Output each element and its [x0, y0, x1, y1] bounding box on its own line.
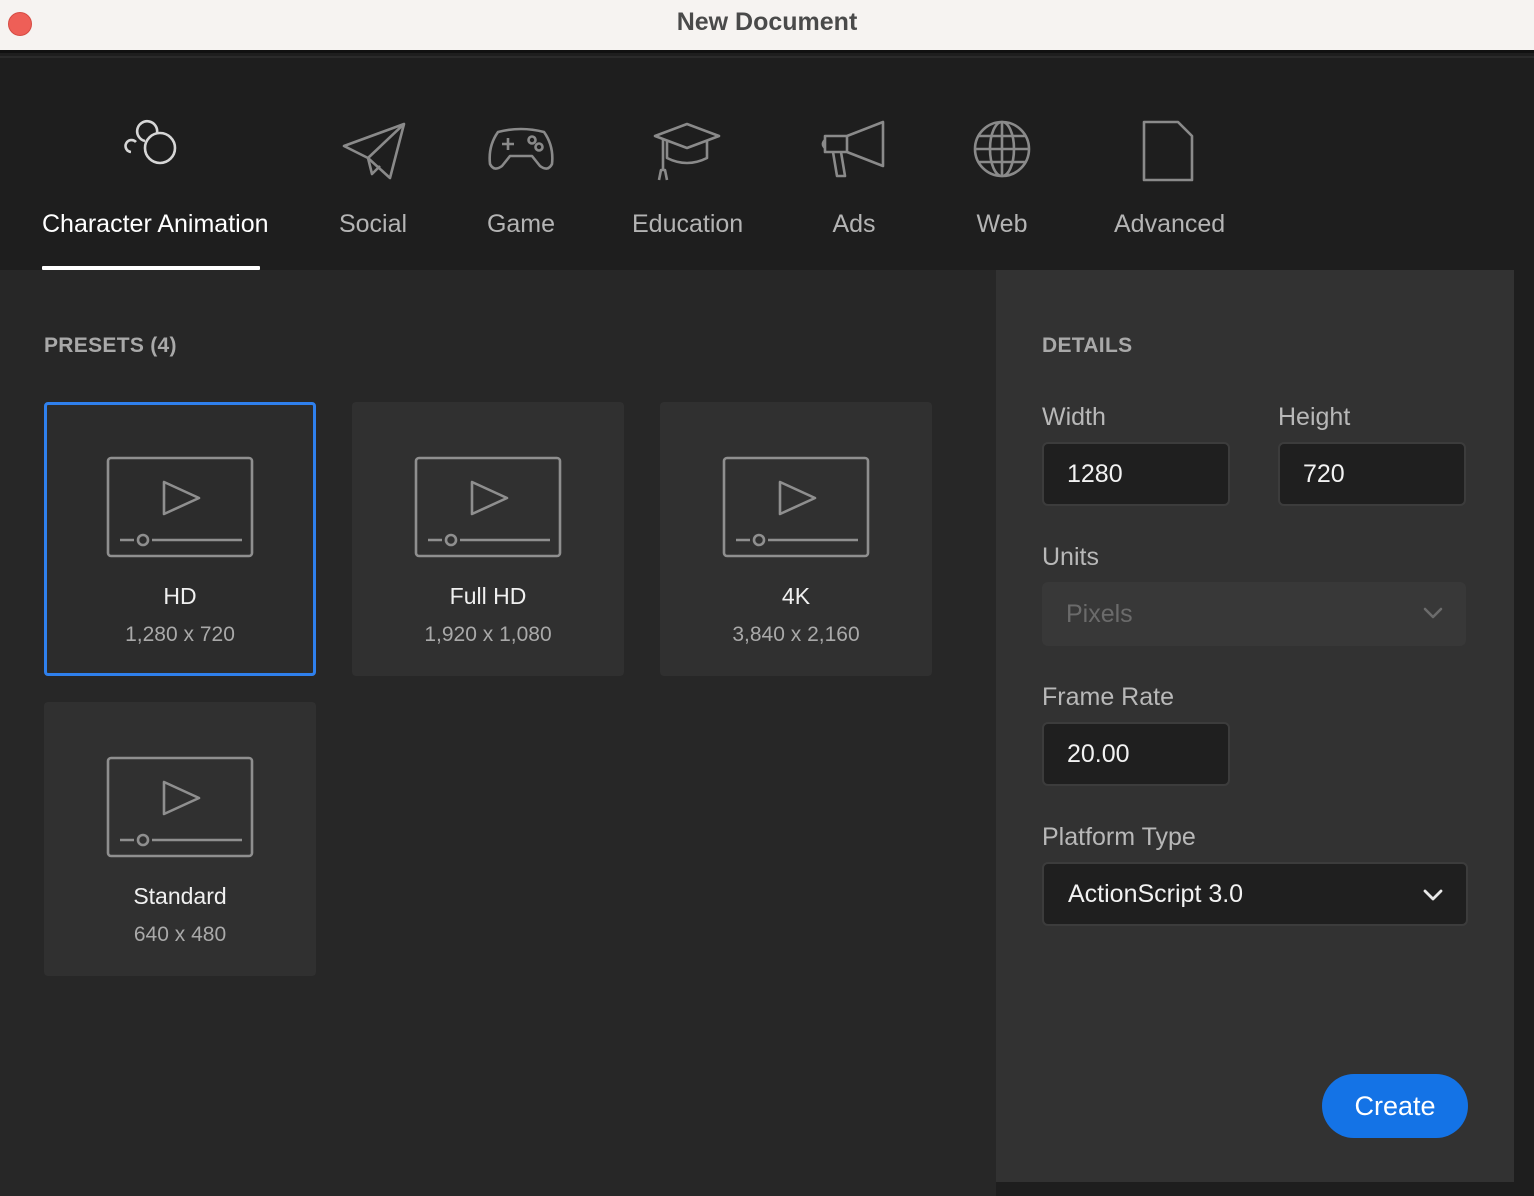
tab-label: Character Animation	[42, 210, 269, 238]
preset-card-4k[interactable]: 4K 3,840 x 2,160	[660, 402, 932, 676]
platform-type-label: Platform Type	[1042, 823, 1196, 851]
preset-size: 3,840 x 2,160	[732, 623, 860, 646]
video-preset-icon	[414, 456, 562, 558]
preset-size: 1,280 x 720	[125, 623, 235, 646]
preset-size: 1,920 x 1,080	[424, 623, 552, 646]
width-input[interactable]: 1280	[1042, 442, 1230, 506]
preset-card-full-hd[interactable]: Full HD 1,920 x 1,080	[352, 402, 624, 676]
document-icon	[1142, 120, 1194, 182]
preset-name: Standard	[133, 883, 227, 909]
chevron-down-icon	[1423, 607, 1443, 619]
globe-icon	[973, 120, 1031, 178]
tab-label: Education	[632, 210, 744, 238]
video-preset-icon	[722, 456, 870, 558]
preset-card-hd[interactable]: HD 1,280 x 720	[44, 402, 316, 676]
units-select[interactable]: Pixels	[1042, 582, 1466, 646]
tab-social[interactable]: Social	[334, 110, 412, 270]
tab-ads[interactable]: Ads	[821, 110, 885, 270]
units-label: Units	[1042, 543, 1099, 571]
tab-label: Advanced	[1114, 210, 1226, 238]
platform-type-value: ActionScript 3.0	[1068, 880, 1244, 908]
graduation-cap-icon	[653, 122, 721, 181]
preset-card-standard[interactable]: Standard 640 x 480	[44, 702, 316, 976]
platform-type-select[interactable]: ActionScript 3.0	[1042, 862, 1468, 926]
preset-name: HD	[163, 583, 197, 609]
divider	[0, 56, 1534, 58]
tab-label: Game	[486, 210, 556, 238]
tab-label: Social	[338, 210, 408, 238]
preset-name: 4K	[781, 583, 811, 609]
paper-plane-icon	[342, 122, 406, 180]
tab-web[interactable]: Web	[972, 110, 1032, 270]
preset-size: 640 x 480	[133, 923, 227, 946]
character-animation-icon	[124, 119, 177, 165]
tab-education[interactable]: Education	[632, 110, 744, 270]
units-value: Pixels	[1066, 600, 1133, 628]
width-label: Width	[1042, 403, 1106, 431]
preset-name: Full HD	[449, 583, 527, 609]
chevron-down-icon	[1423, 889, 1443, 901]
tab-character-animation[interactable]: Character Animation	[42, 110, 269, 270]
video-preset-icon	[106, 756, 254, 858]
create-button[interactable]: Create	[1322, 1074, 1468, 1138]
tab-label: Ads	[832, 210, 876, 238]
video-preset-icon	[106, 456, 254, 558]
frame-rate-label: Frame Rate	[1042, 683, 1174, 711]
tab-advanced[interactable]: Advanced	[1114, 110, 1226, 270]
details-title: DETAILS	[1042, 334, 1133, 357]
height-label: Height	[1278, 403, 1351, 431]
presets-title: PRESETS (4)	[44, 334, 177, 357]
title-bar: New Document	[0, 0, 1534, 53]
frame-rate-input[interactable]: 20.00	[1042, 722, 1230, 786]
megaphone-icon	[821, 120, 885, 178]
gamepad-icon	[488, 127, 554, 170]
tab-label: Web	[976, 210, 1028, 238]
tab-game[interactable]: Game	[482, 110, 560, 270]
height-input[interactable]: 720	[1278, 442, 1466, 506]
window-title: New Document	[676, 8, 858, 36]
